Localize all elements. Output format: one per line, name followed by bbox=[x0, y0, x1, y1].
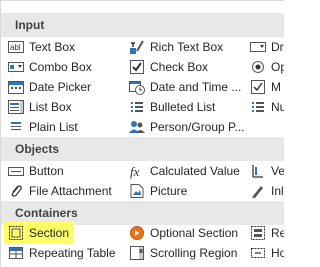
control-label: Ho bbox=[271, 246, 284, 260]
list-box-icon bbox=[8, 99, 24, 115]
horizontal-region-icon bbox=[250, 245, 266, 261]
control-repeating-section-clipped[interactable]: Re bbox=[250, 223, 284, 243]
control-date-picker[interactable]: Date Picker bbox=[8, 77, 120, 97]
control-section[interactable]: Section bbox=[8, 223, 120, 243]
section-icon bbox=[8, 225, 24, 241]
control-label: Bulleted List bbox=[150, 100, 216, 114]
control-label: Ve bbox=[271, 164, 284, 178]
control-label: Rich Text Box bbox=[150, 40, 224, 54]
controls-panel: Input abl Text Box Combo Box Date Picker… bbox=[0, 0, 284, 267]
control-label: Nu bbox=[271, 100, 284, 114]
control-button[interactable]: Button bbox=[8, 161, 120, 181]
control-label: Plain List bbox=[29, 120, 78, 134]
repeating-table-icon bbox=[8, 245, 24, 261]
control-label: Combo Box bbox=[29, 60, 92, 74]
control-vertical-label-clipped[interactable]: Ve bbox=[250, 161, 284, 181]
control-label: Button bbox=[29, 164, 64, 178]
control-label: List Box bbox=[29, 100, 72, 114]
plain-list-icon bbox=[8, 119, 24, 135]
control-label: Dr bbox=[271, 40, 284, 54]
control-rich-text-box[interactable]: Rich Text Box bbox=[129, 37, 241, 57]
combo-box-icon bbox=[8, 59, 24, 75]
svg-text:fx: fx bbox=[130, 164, 140, 179]
control-label: Inl bbox=[271, 184, 284, 198]
control-multiple-clipped[interactable]: M bbox=[250, 77, 284, 97]
control-date-and-time[interactable]: Date and Time ... bbox=[129, 77, 241, 97]
panel-left-border bbox=[0, 0, 1, 267]
control-label: Optional Section bbox=[150, 226, 239, 240]
rich-text-box-icon bbox=[129, 39, 145, 55]
control-combo-box[interactable]: Combo Box bbox=[8, 57, 120, 77]
control-label: Date and Time ... bbox=[150, 80, 241, 94]
button-icon bbox=[8, 163, 24, 179]
bulleted-list-icon bbox=[129, 99, 145, 115]
paperclip-icon bbox=[8, 183, 24, 199]
control-text-box[interactable]: abl Text Box bbox=[8, 37, 120, 57]
person-group-icon bbox=[129, 119, 145, 135]
control-ink-clipped[interactable]: Inl bbox=[250, 181, 284, 201]
control-check-box[interactable]: Check Box bbox=[129, 57, 241, 77]
section-header-objects: Objects bbox=[1, 137, 284, 161]
ink-picture-icon bbox=[250, 183, 266, 199]
control-label: Scrolling Region bbox=[150, 246, 238, 260]
numbered-list-icon bbox=[250, 99, 266, 115]
repeating-section-icon bbox=[250, 225, 266, 241]
control-optional-section[interactable]: Optional Section bbox=[129, 223, 244, 243]
check-box-icon bbox=[129, 59, 145, 75]
control-label: M bbox=[271, 80, 281, 94]
panel-top-border bbox=[0, 0, 284, 1]
date-time-icon bbox=[129, 79, 145, 95]
control-label: Check Box bbox=[150, 60, 209, 74]
control-numbered-clipped[interactable]: Nu bbox=[250, 97, 284, 117]
control-horizontal-region-clipped[interactable]: Ho bbox=[250, 243, 284, 263]
control-label: Re bbox=[271, 226, 284, 240]
date-picker-icon bbox=[8, 79, 24, 95]
control-repeating-table[interactable]: Repeating Table bbox=[8, 243, 126, 263]
option-button-icon bbox=[250, 59, 266, 75]
control-option-clipped[interactable]: Op bbox=[250, 57, 284, 77]
scrolling-region-icon bbox=[129, 245, 145, 261]
multiple-selection-icon bbox=[250, 79, 266, 95]
control-label: Person/Group P... bbox=[150, 120, 244, 134]
control-picture[interactable]: Picture bbox=[129, 181, 241, 201]
control-label: Calculated Value bbox=[150, 164, 240, 178]
text-box-icon: abl bbox=[8, 39, 24, 55]
control-plain-list[interactable]: Plain List bbox=[8, 117, 120, 137]
function-icon: fx bbox=[129, 163, 145, 179]
control-calculated-value[interactable]: fx Calculated Value bbox=[129, 161, 244, 181]
control-person-group-picker[interactable]: Person/Group P... bbox=[129, 117, 244, 137]
control-label: File Attachment bbox=[29, 184, 112, 198]
control-scrolling-region[interactable]: Scrolling Region bbox=[129, 243, 244, 263]
optional-section-icon bbox=[129, 225, 145, 241]
control-dropdown-clipped[interactable]: Dr bbox=[250, 37, 284, 57]
section-header-input: Input bbox=[1, 13, 284, 37]
control-label: Text Box bbox=[29, 40, 76, 54]
svg-text:abl: abl bbox=[10, 43, 21, 52]
control-file-attachment[interactable]: File Attachment bbox=[8, 181, 126, 201]
control-label: Op bbox=[271, 60, 284, 74]
vertical-label-icon bbox=[250, 163, 266, 179]
control-label: Picture bbox=[150, 184, 188, 198]
control-list-box[interactable]: List Box bbox=[8, 97, 120, 117]
dropdown-icon bbox=[250, 39, 266, 55]
picture-icon bbox=[129, 183, 145, 199]
control-bulleted-list[interactable]: Bulleted List bbox=[129, 97, 241, 117]
control-label: Section bbox=[29, 226, 70, 240]
control-label: Date Picker bbox=[29, 80, 92, 94]
control-label: Repeating Table bbox=[29, 246, 116, 260]
